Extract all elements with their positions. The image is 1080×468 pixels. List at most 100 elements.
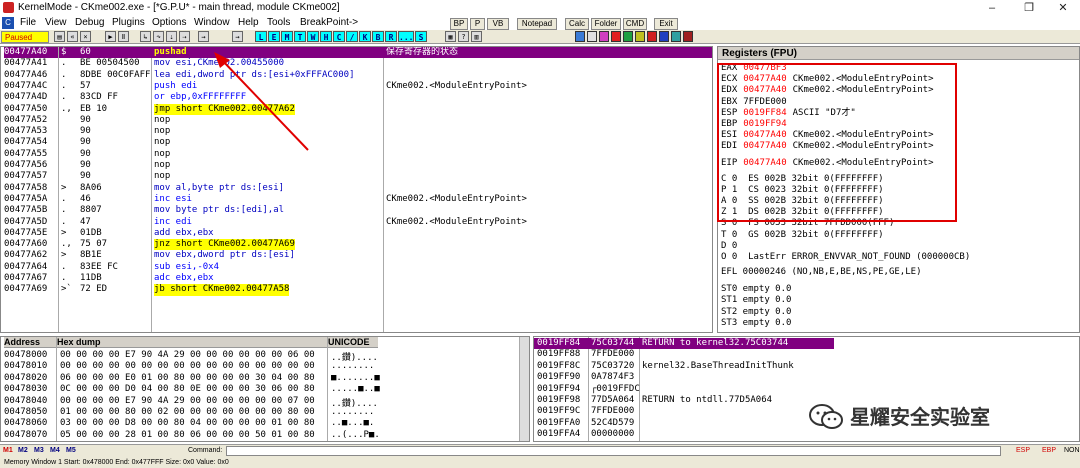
trace-into-icon[interactable]: ⇣ bbox=[166, 31, 177, 42]
dump-hex[interactable]: 00 00 00 00 E7 90 4A 29 00 00 00 00 00 0… bbox=[60, 350, 315, 360]
tab-m2[interactable]: M2 bbox=[18, 445, 28, 456]
close-file-icon[interactable]: × bbox=[80, 31, 91, 42]
disasm-row[interactable]: 00477A60., 75 07 jnz short CKme002.00477A6… bbox=[1, 239, 712, 251]
stack-address[interactable]: 0019FF84 bbox=[537, 338, 580, 348]
plugin-p-button[interactable]: P bbox=[470, 18, 485, 30]
dump-hex[interactable]: 0C 00 00 00 D0 04 00 80 0E 00 00 00 30 0… bbox=[60, 384, 315, 394]
step-into-icon[interactable]: ↳ bbox=[140, 31, 151, 42]
stack-address[interactable]: 0019FFA0 bbox=[537, 418, 580, 428]
handles-button[interactable]: H bbox=[320, 31, 332, 42]
disasm-row[interactable]: 00477A41. BE 00504500 mov esi,CKme002.0045… bbox=[1, 58, 712, 69]
stack-value[interactable]: 7FFDE000 bbox=[591, 349, 634, 359]
plugin-notepad-button[interactable]: Notepad bbox=[517, 18, 557, 30]
stack-value[interactable]: 7FFDE000 bbox=[591, 406, 634, 416]
windows-button[interactable]: W bbox=[307, 31, 319, 42]
stop-icon[interactable] bbox=[647, 31, 657, 42]
info-icon[interactable] bbox=[659, 31, 669, 42]
menu-file[interactable]: File bbox=[20, 17, 36, 28]
disasm-row[interactable]: 00477A5E >01DB add ebx,ebx bbox=[1, 228, 712, 239]
plugin-calc-button[interactable]: Calc bbox=[565, 18, 589, 30]
stack-address[interactable]: 0019FF98 bbox=[537, 395, 580, 405]
dump-unicode[interactable]: ■.......■ bbox=[331, 373, 380, 383]
dump-unicode[interactable]: ........ bbox=[331, 407, 374, 417]
stack-value[interactable]: 75C03744 bbox=[591, 338, 634, 348]
rewind-icon[interactable]: « bbox=[67, 31, 78, 42]
dump-address[interactable]: 00478050 bbox=[4, 407, 47, 417]
grid-icon[interactable]: ▦ bbox=[445, 31, 456, 42]
stack-address[interactable]: 0019FFA4 bbox=[537, 429, 580, 439]
dump-header-unicode[interactable]: UNICODE bbox=[328, 337, 378, 348]
execute-till-return-icon[interactable]: → bbox=[198, 31, 209, 42]
stack-address[interactable]: 0019FF88 bbox=[537, 349, 580, 359]
disasm-row[interactable]: 00477A40 $60 pushad 保存寄存器的状态 bbox=[1, 47, 712, 59]
menu-options[interactable]: Options bbox=[152, 17, 186, 28]
disasm-row[interactable]: 00477A5D. 47 inc edi CKme002.<ModuleEntryPo… bbox=[1, 217, 712, 228]
disasm-row[interactable]: 00477A56 90 nop bbox=[1, 160, 712, 171]
dump-unicode[interactable]: .....■..■ bbox=[331, 384, 380, 394]
stack-comment[interactable]: kernel32.BaseThreadInitThunk bbox=[642, 361, 794, 371]
efl-line[interactable]: EFL 00000246 (NO,NB,E,BE,NS,PE,GE,LE) bbox=[721, 267, 921, 278]
copy-icon[interactable] bbox=[587, 31, 597, 42]
disasm-row[interactable]: 00477A57 90 nop bbox=[1, 171, 712, 182]
tab-m4[interactable]: M4 bbox=[50, 445, 60, 456]
window-icon[interactable] bbox=[575, 31, 585, 42]
log-window-button[interactable]: L bbox=[255, 31, 267, 42]
color-icon[interactable] bbox=[599, 31, 609, 42]
stack-address[interactable]: 0019FF9C bbox=[537, 406, 580, 416]
disasm-row[interactable]: 00477A62 >8B1E mov ebx,dword ptr ds:[esi] bbox=[1, 250, 712, 261]
system-menu-icon[interactable]: C bbox=[2, 17, 14, 29]
play-icon[interactable] bbox=[623, 31, 633, 42]
dump-hex[interactable]: 00 00 00 00 00 00 00 00 00 00 00 00 00 0… bbox=[60, 361, 315, 371]
threads-button[interactable]: T bbox=[294, 31, 306, 42]
stack-value[interactable]: 52C4D579 bbox=[591, 418, 634, 428]
patches-button[interactable]: / bbox=[346, 31, 358, 42]
menu-debug[interactable]: Debug bbox=[75, 17, 104, 28]
stack-value[interactable]: 77D5A064 bbox=[591, 395, 634, 405]
disasm-row[interactable]: 00477A46. 8DBE 00C0FAFF lea edi,dword ptr … bbox=[1, 70, 712, 81]
menu-window[interactable]: Window bbox=[194, 17, 230, 28]
dump-hex[interactable]: 00 00 00 00 E7 90 4A 29 00 00 00 00 00 0… bbox=[60, 396, 315, 406]
dump-hex[interactable]: 06 00 00 00 E0 01 00 80 00 00 00 00 30 0… bbox=[60, 373, 315, 383]
pause-icon[interactable]: Ⅱ bbox=[118, 31, 129, 42]
command-input[interactable] bbox=[226, 446, 1001, 456]
restore-button[interactable]: ❐ bbox=[1012, 0, 1046, 16]
disasm-row[interactable]: 00477A67. 11DB adc ebx,ebx bbox=[1, 273, 712, 284]
minimize-button[interactable]: – bbox=[975, 0, 1009, 16]
options-icon[interactable]: ▥ bbox=[471, 31, 482, 42]
step-over-icon[interactable]: ↷ bbox=[153, 31, 164, 42]
plugin-vb-button[interactable]: VB bbox=[487, 18, 509, 30]
disasm-row[interactable]: 00477A58 >8A06 mov al,byte ptr ds:[esi] bbox=[1, 183, 712, 194]
plugin-folder-button[interactable]: Folder bbox=[591, 18, 621, 30]
flag-line[interactable]: D 0 bbox=[721, 241, 737, 252]
disasm-row[interactable]: 00477A54 90 nop bbox=[1, 137, 712, 148]
dump-hex[interactable]: 05 00 00 00 28 01 00 80 06 00 00 00 50 0… bbox=[60, 430, 315, 440]
stack-value[interactable]: 75C03720 bbox=[591, 361, 634, 371]
disasm-row[interactable]: 00477A4C. 57 push edi CKme002.<ModuleEntryP… bbox=[1, 81, 712, 92]
menu-plugins[interactable]: Plugins bbox=[112, 17, 145, 28]
tab-m1[interactable]: M1 bbox=[3, 445, 13, 456]
breakpoints-button[interactable]: B bbox=[372, 31, 384, 42]
disasm-row[interactable]: 00477A5A. 46 inc esi CKme002.<ModuleEntryPo… bbox=[1, 194, 712, 205]
ebp-button[interactable]: EBP bbox=[1042, 445, 1056, 456]
tab-m5[interactable]: M5 bbox=[66, 445, 76, 456]
dump-unicode[interactable]: ..■...■. bbox=[331, 418, 374, 428]
disasm-row[interactable]: 00477A52 90 nop bbox=[1, 115, 712, 126]
stack-comment[interactable]: RETURN to kernel32.75C03744 bbox=[642, 338, 788, 348]
dump-address[interactable]: 00478030 bbox=[4, 384, 47, 394]
stack-value[interactable]: ┌0019FFDC bbox=[591, 384, 640, 394]
open-icon[interactable]: ▤ bbox=[54, 31, 65, 42]
dump-unicode[interactable]: ........ bbox=[331, 361, 374, 371]
goto-icon[interactable]: → bbox=[232, 31, 243, 42]
tab-m3[interactable]: M3 bbox=[34, 445, 44, 456]
record-icon[interactable] bbox=[611, 31, 621, 42]
call-stack-button[interactable]: K bbox=[359, 31, 371, 42]
dump-header-address[interactable]: Address bbox=[4, 337, 56, 348]
network-icon[interactable] bbox=[671, 31, 681, 42]
disasm-row[interactable]: 00477A53 90 nop bbox=[1, 126, 712, 137]
dump-address[interactable]: 00478010 bbox=[4, 361, 47, 371]
menu-view[interactable]: View bbox=[45, 17, 67, 28]
help-icon[interactable]: ? bbox=[458, 31, 469, 42]
disasm-row[interactable]: 00477A5B. 8807 mov byte ptr ds:[edi],al bbox=[1, 205, 712, 216]
stack-address[interactable]: 0019FF90 bbox=[537, 372, 580, 382]
dump-address[interactable]: 00478020 bbox=[4, 373, 47, 383]
